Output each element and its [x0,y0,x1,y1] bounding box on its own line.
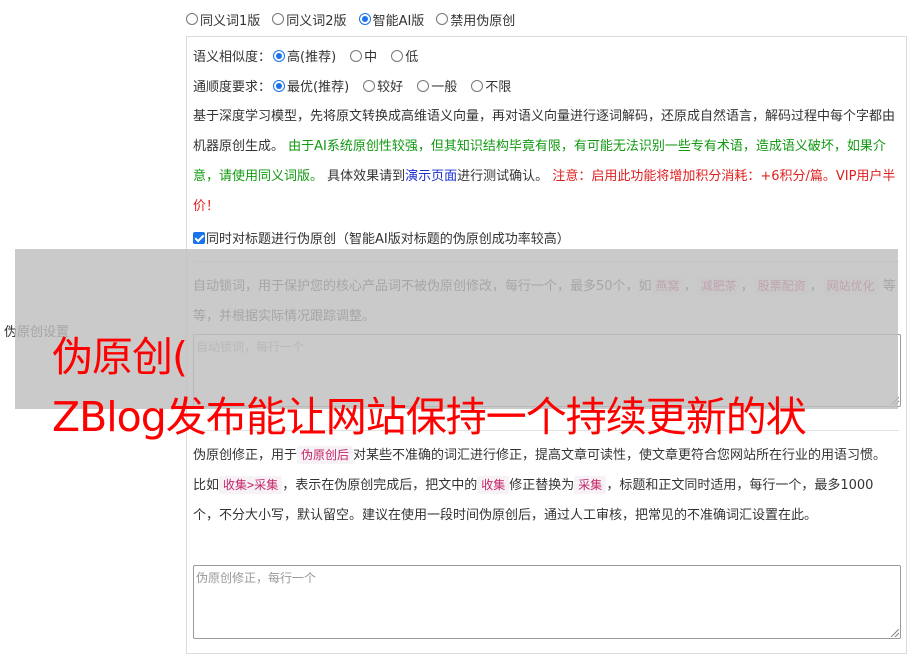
version-option-ai[interactable]: 智能AI版 [358,10,424,29]
headline-line-1: 伪原创( [52,333,188,381]
radio-checked-icon[interactable] [358,13,371,25]
similarity-option-low[interactable]: 低 [391,46,418,65]
title-rewrite-label: 同时对标题进行伪原创（智能AI版对标题的伪原创成功率较高） [206,232,570,247]
radio-icon[interactable] [363,79,376,92]
radio-checked-icon[interactable] [273,79,286,92]
similarity-option-high[interactable]: 高(推荐) [273,46,336,65]
fluency-option-unlimited[interactable]: 不限 [471,76,511,95]
settings-panel: 语义相似度： 高(推荐) 中 低 通顺度要求： 最优(推荐) 较好 一般 不限 … [186,36,907,654]
version-option-disable[interactable]: 禁用伪原创 [436,10,515,29]
version-option-synonym-1[interactable]: 同义词1版 [186,10,260,29]
example-word: 减肥茶 [696,277,741,295]
code-snippet: 收集>采集 [219,476,283,494]
fluency-option-good[interactable]: 较好 [363,76,403,95]
code-snippet: 收集 [477,476,510,494]
radio-icon[interactable] [272,13,285,25]
fluency-row: 通顺度要求： 最优(推荐) 较好 一般 不限 [193,76,525,95]
code-snippet: 采集 [574,476,607,494]
fluency-option-normal[interactable]: 一般 [417,76,457,95]
example-word: 燕窝 [651,277,684,295]
radio-icon[interactable] [471,79,484,92]
fluency-label: 通顺度要求： [193,80,272,95]
resize-grip-icon[interactable] [891,629,899,637]
radio-icon[interactable] [186,13,198,25]
title-rewrite-row[interactable]: 同时对标题进行伪原创（智能AI版对标题的伪原创成功率较高） [193,228,570,247]
radio-checked-icon[interactable] [273,49,286,62]
lock-words-description: 自动锁词，用于保护您的核心产品词不被伪原创修改，每行一个，最多50个，如 燕窝，减… [193,277,896,324]
demo-page-link[interactable]: 演示页面 [405,169,457,184]
similarity-option-medium[interactable]: 中 [350,46,377,65]
code-snippet: 伪原创后 [297,446,354,464]
similarity-label: 语义相似度： [193,50,272,65]
correction-description: 伪原创修正，用于 伪原创后 对某些不准确的词汇进行修正，提高文章可读性，使文章更符合… [193,446,887,523]
radio-icon[interactable] [417,79,430,92]
example-word: 网站优化 [822,277,879,295]
divider [193,261,899,262]
similarity-row: 语义相似度： 高(推荐) 中 低 [193,46,432,65]
correction-textarea[interactable]: 伪原创修正，每行一个 [193,565,901,639]
radio-icon[interactable] [350,49,363,62]
ai-description: 基于深度学习模型，先将原文转换成高维语义向量，再对语义向量进行逐词解码，还原成自… [193,109,896,214]
radio-icon[interactable] [391,49,404,62]
checkbox-checked-icon[interactable] [193,231,205,244]
headline-line-2: ZBlog发布能让网站保持一个持续更新的状 [52,393,807,441]
version-radio-group: 同义词1版 同义词2版 智能AI版 禁用伪原创 [186,9,527,29]
radio-icon[interactable] [436,13,449,25]
version-option-synonym-2[interactable]: 同义词2版 [272,10,347,29]
fluency-option-best[interactable]: 最优(推荐) [273,76,349,95]
resize-grip-icon[interactable] [891,397,899,405]
example-word: 股票配资 [753,277,810,295]
